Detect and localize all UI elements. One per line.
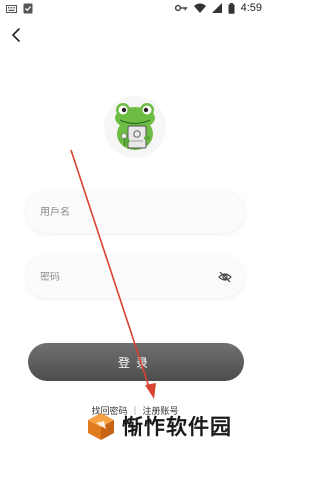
- status-time: 4:59: [240, 2, 262, 14]
- username-input[interactable]: [40, 206, 200, 218]
- eye-off-icon[interactable]: [218, 270, 232, 284]
- back-button[interactable]: [8, 26, 26, 44]
- login-button[interactable]: 登录: [28, 343, 244, 381]
- password-input[interactable]: [40, 271, 200, 283]
- signal-icon: [211, 3, 222, 13]
- watermark: 惭怍软件园: [86, 411, 232, 441]
- shield-check-icon: [23, 3, 33, 14]
- wifi-icon: [193, 3, 206, 13]
- keyboard-icon: [6, 4, 17, 13]
- battery-icon: [228, 2, 235, 14]
- chevron-left-icon: [11, 28, 20, 42]
- username-field[interactable]: [26, 191, 244, 233]
- app-logo-avatar: [104, 96, 166, 158]
- watermark-logo-icon: [88, 413, 114, 440]
- key-icon: [174, 4, 187, 12]
- status-bar: 4:59: [0, 0, 270, 18]
- frog-logo-icon: [115, 103, 155, 150]
- watermark-text: 惭怍软件园: [122, 415, 232, 439]
- password-field[interactable]: [26, 256, 244, 298]
